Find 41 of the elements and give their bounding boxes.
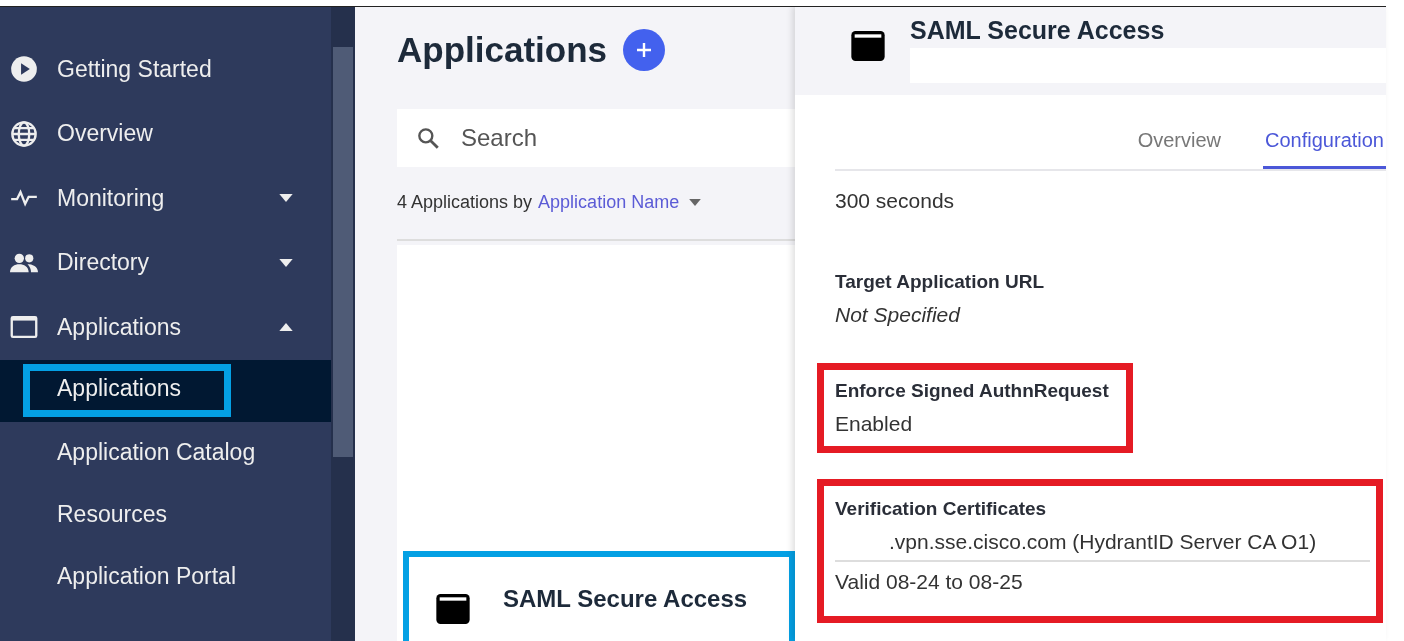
field-label: Enforce Signed AuthnRequest bbox=[835, 380, 1110, 402]
nav-item[interactable]: Applications bbox=[0, 295, 331, 360]
field-value: 300 seconds bbox=[835, 189, 956, 213]
field-value: Not Specified bbox=[835, 303, 962, 327]
nav-subitem[interactable]: Application Catalog bbox=[0, 421, 331, 484]
field-value: Enabled bbox=[835, 412, 914, 436]
play-icon bbox=[10, 55, 38, 84]
scrollbar-thumb[interactable] bbox=[333, 47, 353, 457]
search-input[interactable]: Search bbox=[459, 123, 743, 154]
app-count: 4 Applications by bbox=[397, 192, 533, 214]
nav-subitem[interactable]: Applications bbox=[0, 359, 331, 422]
field-value: .vpn.sse.cisco.com (HydrantID Server CA O1) bbox=[835, 530, 1370, 562]
nav-item[interactable]: Monitoring bbox=[0, 166, 331, 231]
page-title: Applications bbox=[397, 29, 608, 70]
scrollbar[interactable] bbox=[331, 7, 355, 641]
search-field[interactable]: Search bbox=[397, 109, 795, 167]
nav-label: Application Catalog bbox=[57, 439, 256, 466]
sort-link[interactable]: Application Name bbox=[538, 192, 680, 214]
tab[interactable]: Overview bbox=[1135, 129, 1224, 169]
nav-item[interactable]: Directory bbox=[0, 230, 331, 295]
nav-label: Overview bbox=[57, 120, 153, 148]
detail-title: SAML Secure Access bbox=[910, 15, 1166, 46]
nav-label: Directory bbox=[57, 249, 149, 277]
field-label: Verification Certificates bbox=[835, 498, 1048, 520]
nav-label: Application Portal bbox=[57, 563, 236, 590]
validity-text: Valid 08-24 to 08-25 bbox=[835, 569, 1024, 594]
caret-icon bbox=[689, 199, 702, 207]
nav-label: Getting Started bbox=[57, 55, 212, 83]
nav-subitem[interactable]: Resources bbox=[0, 483, 331, 546]
nav-item[interactable]: Getting Started bbox=[0, 37, 331, 102]
globe-icon bbox=[10, 119, 38, 148]
nav-label: Resources bbox=[57, 501, 167, 528]
nav-label: Monitoring bbox=[57, 184, 165, 212]
nav-subitem[interactable]: Application Portal bbox=[0, 545, 331, 608]
nav-label: Applications bbox=[57, 313, 182, 341]
add-button[interactable] bbox=[623, 28, 666, 71]
field-label: Target Application URL bbox=[835, 271, 1045, 293]
tab[interactable]: Configuration bbox=[1263, 129, 1386, 169]
nav-item[interactable]: Overview bbox=[0, 101, 331, 166]
app-name: SAML Secure Access bbox=[503, 585, 748, 613]
nav-label: Applications bbox=[57, 375, 182, 401]
